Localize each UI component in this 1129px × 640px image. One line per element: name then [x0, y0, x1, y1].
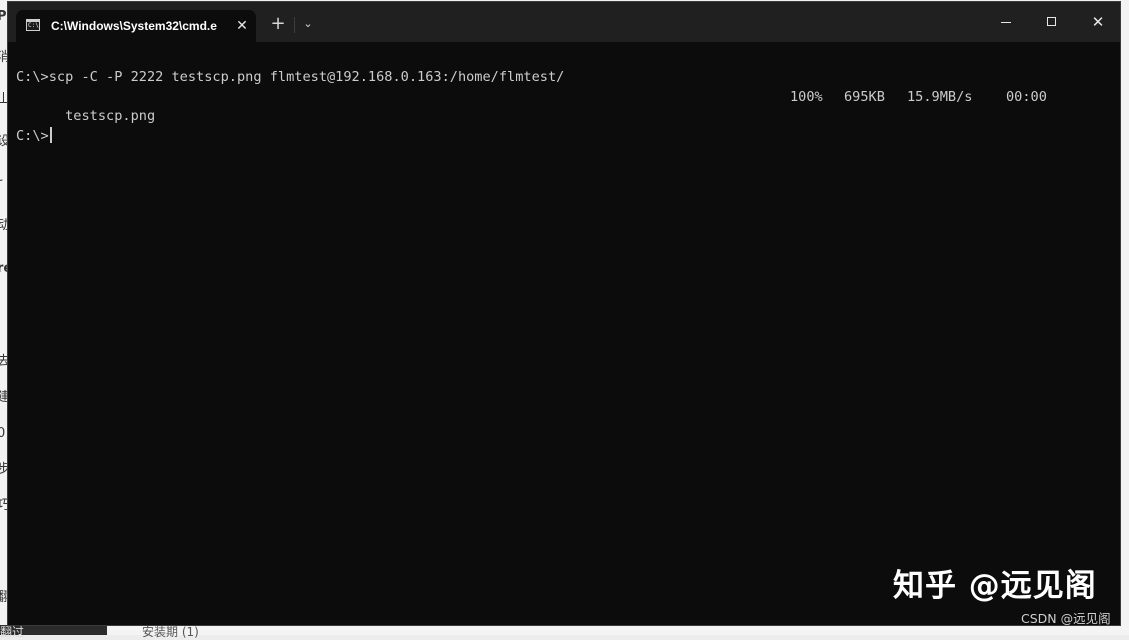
cmd-icon-text: C:\: [28, 22, 39, 29]
close-button[interactable]: ✕: [1075, 6, 1120, 38]
transfer-stats: 100% 695KB 15.9MB/s 00:00: [790, 88, 1056, 108]
maximize-icon: [1047, 17, 1056, 26]
divider: [294, 17, 295, 33]
chevron-down-icon[interactable]: ⌄: [298, 14, 318, 34]
watermark-zhihu: 知乎 @远见阁: [893, 568, 1097, 604]
new-tab-button[interactable]: +: [268, 14, 288, 34]
minimize-button[interactable]: [983, 6, 1029, 38]
tab-cmd[interactable]: C:\ C:\Windows\System32\cmd.e ✕: [16, 10, 256, 42]
close-icon: ✕: [1091, 13, 1105, 31]
maximize-button[interactable]: [1029, 6, 1075, 38]
title-bar[interactable]: C:\ C:\Windows\System32\cmd.e ✕ + ⌄ ✕: [8, 2, 1120, 42]
prompt: C:\>: [16, 127, 49, 144]
transfer-progress-line: testscp.png 100% 695KB 15.9MB/s 00:00: [16, 88, 1106, 125]
terminal-window[interactable]: C:\ C:\Windows\System32\cmd.e ✕ + ⌄ ✕ C:…: [7, 1, 1121, 626]
minimize-icon: [1001, 22, 1011, 23]
tab-title: C:\Windows\System32\cmd.e: [51, 19, 217, 33]
transfer-time: 00:00: [1006, 88, 1047, 105]
watermark-csdn: CSDN @远见阁: [1021, 611, 1111, 626]
transfer-percent: 100%: [790, 88, 823, 105]
transfer-rate: 15.9MB/s: [907, 88, 973, 105]
text-cursor: [49, 126, 52, 143]
command-line: C:\>scp -C -P 2222 testscp.png flmtest@1…: [16, 69, 565, 85]
transfer-size: 695KB: [844, 88, 885, 105]
tab-close-icon[interactable]: ✕: [232, 16, 252, 36]
prompt-line[interactable]: C:\>: [16, 126, 1106, 147]
console-output[interactable]: C:\>scp -C -P 2222 testscp.png flmtest@1…: [16, 68, 1106, 146]
cmd-icon: C:\: [26, 19, 40, 31]
